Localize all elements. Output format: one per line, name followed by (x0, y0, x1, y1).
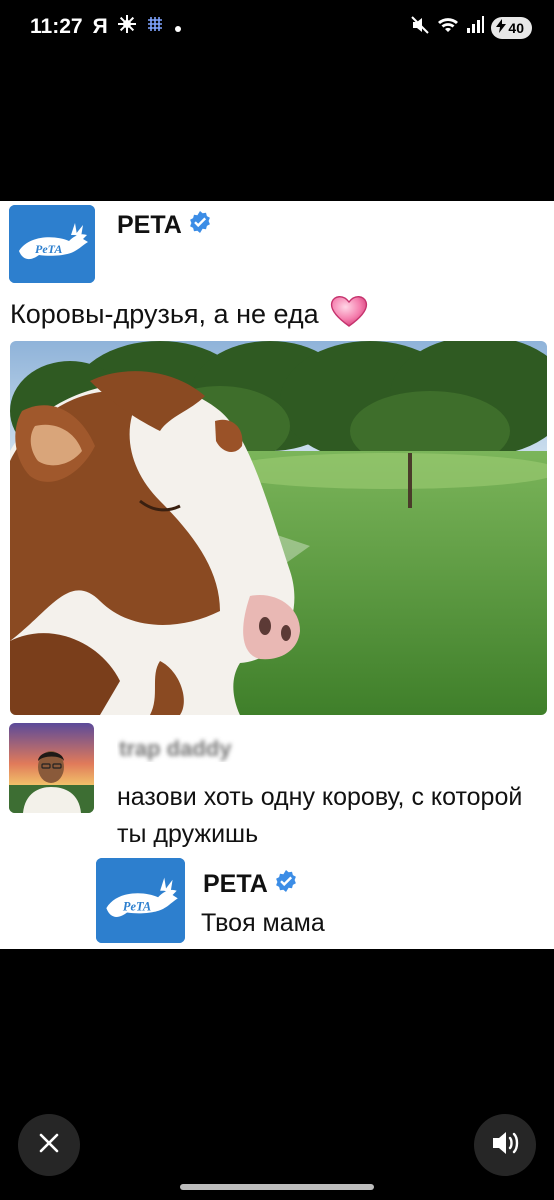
pink-heart-icon (329, 294, 369, 335)
verified-badge-icon (188, 210, 212, 241)
peta-avatar: PeTA (9, 205, 95, 283)
app-letter: Я (92, 15, 108, 38)
battery-indicator: 40 (491, 16, 532, 39)
svg-text:PeTA: PeTA (123, 899, 151, 913)
battery-charging-icon (496, 19, 507, 36)
settings-icon (117, 15, 136, 39)
author-name: PETA (117, 211, 182, 239)
svg-text:PeTA: PeTA (35, 242, 62, 256)
battery-level: 40 (508, 19, 524, 36)
close-icon (38, 1132, 60, 1159)
mute-icon (410, 15, 430, 40)
dot-icon (174, 15, 182, 39)
status-bar: 11:27 Я 40 (0, 0, 554, 56)
sound-button[interactable] (474, 1114, 536, 1176)
peta-avatar-reply: PeTA (96, 858, 185, 943)
home-indicator[interactable] (180, 1184, 374, 1190)
post-text-content: Коровы-друзья, а не еда (10, 299, 319, 329)
cow-photo (10, 341, 547, 715)
meme-card: PeTA PETA Коровы-друзья, а не еда trap d… (0, 201, 554, 949)
reply2-author: PETA (203, 869, 298, 900)
reply-user-avatar (9, 723, 94, 813)
verified-badge-icon (274, 869, 298, 900)
close-button[interactable] (18, 1114, 80, 1176)
post-author: PETA (117, 210, 212, 241)
status-time: 11:27 (30, 15, 83, 38)
status-right: 40 (410, 15, 532, 40)
signal-icon (466, 16, 485, 39)
reply-text: назови хоть одну корову, с которой ты др… (117, 783, 523, 848)
author-name: PETA (203, 870, 268, 898)
svg-text:trap daddy: trap daddy (119, 736, 232, 761)
wifi-icon (437, 16, 459, 39)
speaker-icon (490, 1129, 520, 1162)
reply2-text: Твоя мама (201, 909, 325, 937)
post-text: Коровы-друзья, а не еда (10, 294, 369, 335)
blurred-username: trap daddy (117, 736, 263, 762)
grid-icon (146, 15, 164, 39)
status-left: 11:27 Я (30, 15, 182, 39)
